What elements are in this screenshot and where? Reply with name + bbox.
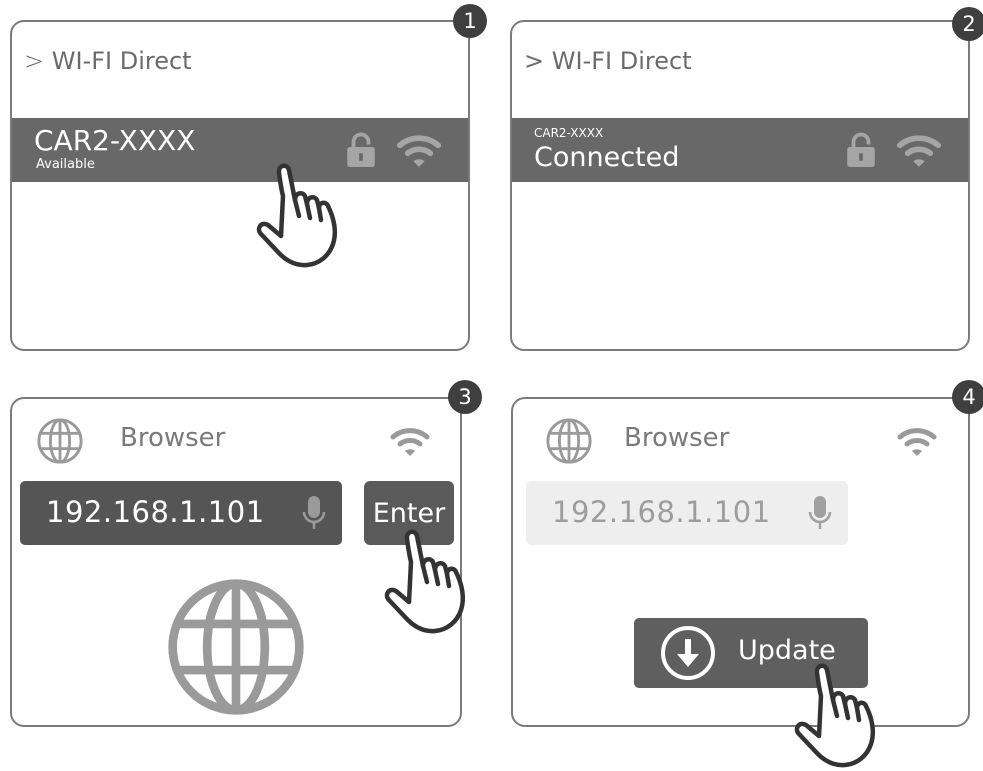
network-name: CAR2-XXXX xyxy=(534,126,604,140)
network-status: Available xyxy=(36,157,95,172)
wifi-icon xyxy=(396,134,442,168)
wifi-direct-title: WI-FI Direct xyxy=(551,47,692,75)
wifi-direct-header: > WI-FI Direct xyxy=(524,47,692,75)
download-icon xyxy=(661,626,715,680)
network-name: CAR2-XXXX xyxy=(34,124,196,157)
microphone-icon[interactable] xyxy=(808,495,832,531)
lock-icon xyxy=(346,132,376,167)
wifi-icon xyxy=(897,427,937,457)
chevron-right-icon: > xyxy=(24,47,45,75)
address-bar[interactable]: 192.168.1.101 xyxy=(20,481,342,545)
chevron-right-icon: > xyxy=(524,47,545,75)
tap-hand-icon xyxy=(248,160,350,270)
network-row[interactable]: CAR2-XXXX Available xyxy=(12,118,468,182)
connection-status: Connected xyxy=(534,142,680,173)
network-row-connected[interactable]: CAR2-XXXX Connected xyxy=(512,118,968,182)
globe-icon xyxy=(36,417,84,465)
lock-icon xyxy=(846,132,876,167)
globe-icon xyxy=(545,417,593,465)
step-badge-4: 4 xyxy=(952,380,983,414)
wifi-icon xyxy=(896,134,942,168)
tap-hand-icon xyxy=(786,660,888,770)
microphone-icon[interactable] xyxy=(302,495,326,531)
browser-title: Browser xyxy=(624,423,730,453)
address-text: 192.168.1.101 xyxy=(46,495,265,529)
step-badge-3: 3 xyxy=(448,380,482,414)
browser-title: Browser xyxy=(120,423,226,453)
address-text: 192.168.1.101 xyxy=(552,495,771,529)
wifi-direct-title: WI-FI Direct xyxy=(51,47,192,75)
step1-panel: > WI-FI Direct CAR2-XXXX Available xyxy=(10,20,470,351)
step-badge-2: 2 xyxy=(952,7,983,41)
wifi-icon xyxy=(390,427,430,457)
large-globe-icon xyxy=(164,575,308,719)
step-badge-1: 1 xyxy=(453,4,487,38)
step4-panel: Browser 192.168.1.101 Update xyxy=(511,397,970,727)
tap-hand-icon xyxy=(376,526,478,636)
address-bar[interactable]: 192.168.1.101 xyxy=(526,481,848,545)
wifi-direct-header: > WI-FI Direct xyxy=(24,47,192,75)
step2-panel: > WI-FI Direct CAR2-XXXX Connected xyxy=(510,20,970,351)
